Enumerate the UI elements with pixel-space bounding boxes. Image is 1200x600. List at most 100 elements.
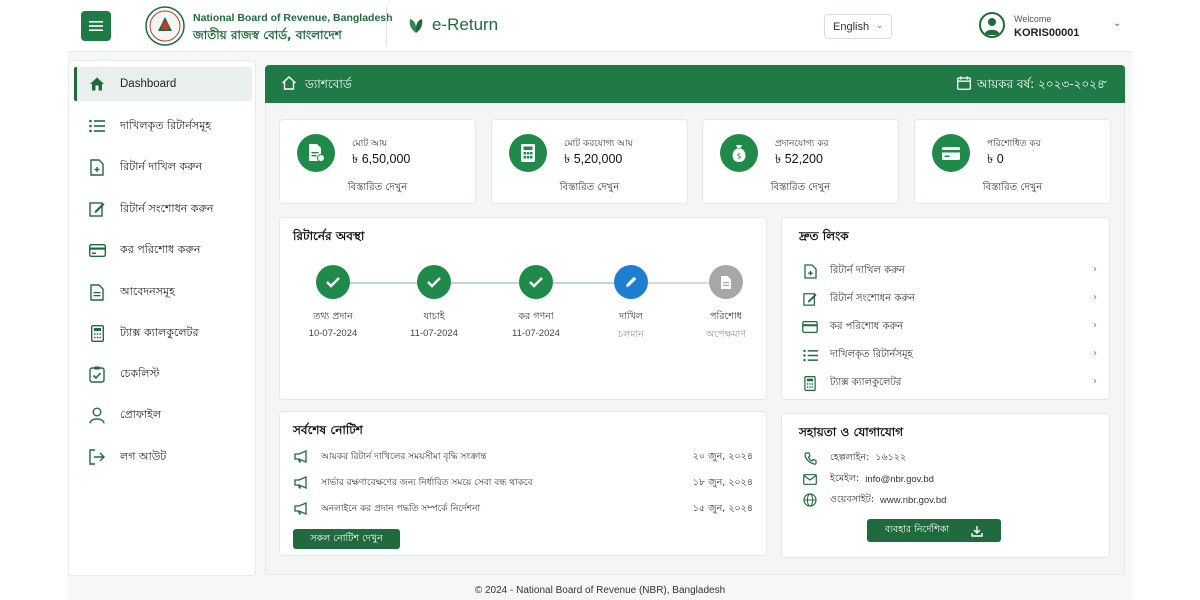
notice-text: আয়কর রিটার্ন দাখিলের সময়সীমা বৃদ্ধি সং… [321,451,487,462]
step-label: যাচাই [423,311,445,322]
stat-label: মোট আয় [352,139,387,149]
sidebar-item-pay-tax[interactable]: কর পরিশোধ করুন [74,233,252,267]
view-details-link[interactable]: বিস্তারিত দেখুন [915,180,1110,197]
chevron-right-icon: › [1093,320,1097,331]
app-title: e-Return [432,15,499,34]
sidebar-item-label: কর পরিশোধ করুন [120,242,201,256]
welcome-label: Welcome [1014,14,1052,24]
website-value[interactable]: www.nbr.gov.bd [880,495,946,506]
chevron-right-icon: › [1093,376,1097,387]
chevron-right-icon: › [1093,292,1097,303]
step-check-icon [519,265,553,299]
language-select[interactable]: English ⌄ [824,14,892,39]
email-label: ইমেইল: [830,472,860,484]
step-status: অপেক্ষমাণ [706,329,746,340]
quick-links-title: দ্রুত লিংক [799,229,849,243]
sidebar-item-file-return[interactable]: রিটার্ন দাখিল করুন [74,150,252,184]
notice-date: ২০ জুন, ২০২৪ [692,451,753,462]
sidebar-item-tax-calculator[interactable]: ট্যাক্স ক্যালকুলেটর [74,316,252,350]
sidebar-item-label: চেকলিস্ট [120,366,160,380]
step-label: কর গণনা [518,311,554,322]
download-icon [971,525,983,537]
sidebar-item-label: লগ আউট [120,449,167,463]
calculator-icon [509,134,547,172]
sidebar-item-label: রিটার্ন দাখিল করুন [120,159,203,173]
stat-value: ৳ 0 [987,152,1004,166]
quick-link-pay-tax[interactable]: কর পরিশোধ করুন › [802,316,1097,338]
view-details-link[interactable]: বিস্তারিত দেখুন [492,180,687,197]
quick-link-tax-calculator[interactable]: ট্যাক্স ক্যালকুলেটর › [802,372,1097,394]
hamburger-icon [89,21,103,31]
notice-item[interactable]: অনলাইনে কর প্রদান পদ্ধতি সম্পর্কে নির্দে… [293,498,753,518]
email-value[interactable]: info@nbr.gov.bd [865,474,934,485]
nbr-logo [145,6,185,46]
sidebar-item-label: Dashboard [120,78,177,90]
view-details-link[interactable]: বিস্তারিত দেখুন [280,180,475,197]
quick-link-amend-return[interactable]: রিটার্ন সংশোধন করুন › [802,288,1097,310]
home-icon [88,75,106,93]
card-icon [88,241,106,259]
megaphone-icon [293,475,309,489]
user-guide-button[interactable]: ব্যবহার নির্দেশিকা [867,519,1001,542]
top-header: National Board of Revenue, Bangladesh জা… [68,0,1132,52]
stat-value: ৳ 5,20,000 [564,152,623,166]
menu-button[interactable] [81,11,111,41]
sidebar-item-profile[interactable]: প্রোফাইল [74,398,252,432]
file-plus-icon [802,263,818,279]
sidebar-item-label: রিটার্ন সংশোধন করুন [120,201,214,215]
calendar-icon [957,76,971,90]
file-plus-icon [88,158,106,176]
sidebar-item-label: আবেদনসমূহ [120,284,175,298]
income-doc-icon [297,134,335,172]
avatar[interactable] [979,12,1005,38]
user-menu-chevron-icon[interactable]: ⌄ [1113,18,1121,29]
svg-text:$: $ [736,152,741,161]
sidebar-item-logout[interactable]: লগ আউট [74,440,252,474]
dashboard-topbar: ড্যাশবোর্ড আয়কর বর্ষ: ২০২৩-২০২৪ ⌄ [265,65,1125,103]
sidebar-item-submitted-returns[interactable]: দাখিলকৃত রিটার্নসমূহ [74,109,252,143]
megaphone-icon [293,501,309,515]
quick-link-file-return[interactable]: রিটার্ন দাখিল করুন › [802,260,1097,282]
step-date: 11-07-2024 [410,328,458,339]
stat-value: ৳ 52,200 [775,152,823,166]
list-icon [88,117,106,135]
fiscal-year-select[interactable]: আয়কর বর্ষ: ২০২৩-২০২৪ [977,76,1105,96]
sidebar-item-applications[interactable]: আবেদনসমূহ [74,275,252,309]
return-status-card: রিটার্নের অবস্থা তথ্য প্রদান 10-07-2024 … [279,217,767,400]
notice-item[interactable]: আয়কর রিটার্ন দাখিলের সময়সীমা বৃদ্ধি সং… [293,446,753,466]
username: KORIS00001 [1014,27,1080,39]
quick-link-label: দাখিলকৃত রিটার্নসমূহ [830,348,913,360]
logout-icon [88,448,106,466]
step-date: 11-07-2024 [512,328,560,339]
hotline-value[interactable]: ১৬১২২ [875,451,906,466]
website-label: ওয়েবসাইট: [830,493,875,505]
user-avatar-icon [984,18,1000,35]
card-icon [802,321,818,333]
footer-copyright: © 2024 - National Board of Revenue (NBR)… [474,585,726,596]
phone-icon [802,451,818,465]
wallet-card-icon [932,134,970,172]
step-document-icon [709,265,743,299]
stat-card-paid-tax: পরিশোধিত কর ৳ 0 বিস্তারিত দেখুন [914,119,1111,204]
sidebar-item-label: দাখিলকৃত রিটার্নসমূহ [120,118,212,132]
sidebar: Dashboard দাখিলকৃত রিটার্নসমূহ রিটার্ন দ… [68,60,256,576]
step-label: পরিশোধ [710,311,742,322]
sidebar-item-amend-return[interactable]: রিটার্ন সংশোধন করুন [74,192,252,226]
view-all-notices-button[interactable]: সকল নোটিশ দেখুন [293,529,400,549]
stat-card-taxable-income: মোট করযোগ্য আয় ৳ 5,20,000 বিস্তারিত দেখ… [491,119,688,204]
notice-item[interactable]: সার্ভার রক্ষণাবেক্ষণের জন্য নির্ধারিত সম… [293,472,753,492]
chevron-right-icon: › [1093,348,1097,359]
sidebar-item-dashboard[interactable]: Dashboard [74,67,252,101]
website-row: ওয়েবসাইট: www.nbr.gov.bd [802,491,1102,509]
leaf-icon [409,19,423,33]
calculator-icon [88,324,106,342]
notice-text: অনলাইনে কর প্রদান পদ্ধতি সম্পর্কে নির্দে… [321,503,481,514]
notices-title: সর্বশেষ নোটিশ [293,423,363,437]
quick-link-submitted-returns[interactable]: দাখিলকৃত রিটার্নসমূহ › [802,344,1097,366]
list-icon [802,349,818,362]
sidebar-item-label: ট্যাক্স ক্যালকুলেটর [120,325,199,339]
sidebar-item-checklist[interactable]: চেকলিস্ট [74,357,252,391]
chevron-down-icon[interactable]: ⌄ [1101,76,1109,86]
stat-label: প্রদানযোগ্য কর [775,139,829,149]
view-details-link[interactable]: বিস্তারিত দেখুন [703,180,898,197]
